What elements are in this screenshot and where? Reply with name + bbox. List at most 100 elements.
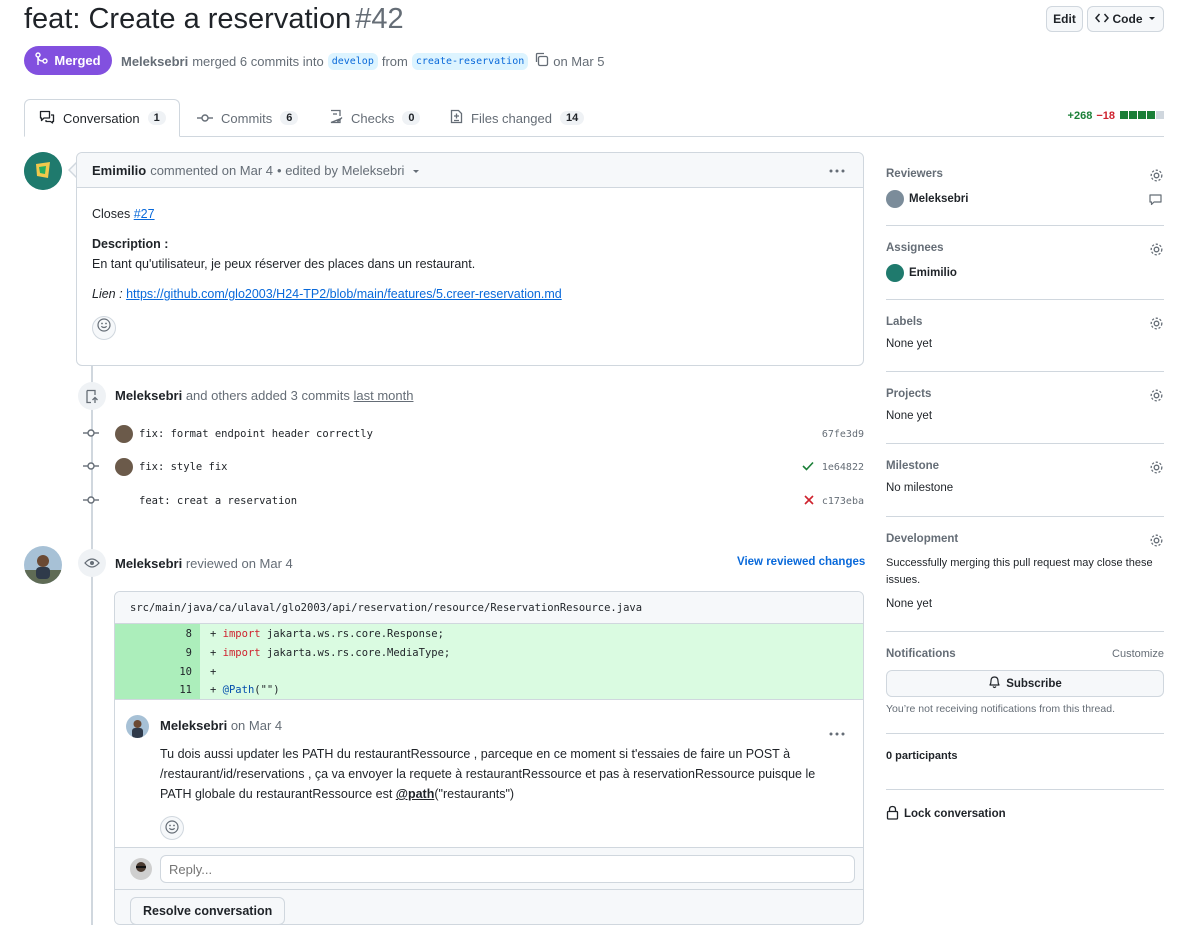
comment-author[interactable]: Emimilio — [92, 163, 146, 178]
view-reviewed-changes-link[interactable]: View reviewed changes — [737, 556, 865, 568]
add-reaction-button[interactable] — [160, 816, 184, 840]
commits-added-event: Meleksebri and others added 3 commits la… — [115, 388, 413, 403]
resolve-conversation-button[interactable]: Resolve conversation — [130, 897, 286, 924]
eye-icon — [78, 549, 106, 577]
subscribe-label: Subscribe — [1006, 677, 1062, 690]
avatar-emimilio[interactable] — [886, 264, 904, 282]
commit-row: fix: style fix 1e64822 — [83, 456, 864, 478]
edit-button[interactable]: Edit — [1046, 6, 1083, 32]
commits-event-author[interactable]: Meleksebri — [115, 388, 182, 403]
commit-sha[interactable]: c173eba — [822, 496, 864, 507]
customize-link[interactable]: Customize — [1112, 648, 1164, 660]
comment-discussion-icon — [39, 110, 55, 127]
development-label[interactable]: Development — [886, 533, 1164, 545]
base-branch-label[interactable]: develop — [327, 52, 378, 70]
merge-author-link[interactable]: Meleksebri — [121, 54, 188, 69]
reviewers-label[interactable]: Reviewers — [886, 168, 1164, 180]
line-number[interactable]: 11 — [115, 681, 200, 699]
avatar-current-user[interactable] — [130, 858, 152, 880]
diffstat-bar — [1119, 110, 1164, 122]
avatar-meleksebri[interactable] — [886, 190, 904, 208]
tab-commits[interactable]: Commits 6 — [183, 99, 312, 137]
reply-input[interactable] — [160, 855, 855, 883]
sidebar-divider — [886, 789, 1164, 790]
gear-icon[interactable] — [1149, 388, 1164, 406]
head-branch-label[interactable]: create-reservation — [411, 52, 529, 70]
code-icon — [1094, 12, 1109, 27]
review-event: Meleksebri reviewed on Mar 4 — [115, 556, 293, 571]
tab-commits-label: Commits — [221, 110, 273, 126]
labels-label[interactable]: Labels — [886, 316, 1164, 328]
participants-count: 0 participants — [886, 750, 958, 762]
sidebar-divider — [886, 443, 1164, 444]
comment-icon[interactable] — [1149, 194, 1162, 209]
commit-message[interactable]: fix: format endpoint header correctly — [139, 428, 373, 440]
gear-icon[interactable] — [1149, 316, 1164, 334]
projects-section: Projects None yet — [886, 388, 1164, 428]
tab-checks[interactable]: Checks 0 — [315, 99, 434, 137]
sidebar-divider — [886, 631, 1164, 632]
projects-label[interactable]: Projects — [886, 388, 1164, 400]
assignees-label[interactable]: Assignees — [886, 242, 1164, 254]
line-number[interactable]: 9 — [115, 643, 200, 662]
lock-conversation-button[interactable]: Lock conversation — [886, 805, 1164, 823]
pr-title-text: feat: Create a reservation — [24, 3, 352, 35]
reviewer-name[interactable]: Meleksebri — [909, 193, 968, 205]
kebab-menu-icon[interactable] — [829, 725, 845, 740]
commit-message[interactable]: feat: creat a reservation — [139, 495, 297, 507]
avatar-emimilio[interactable] — [24, 152, 62, 190]
deletions-count: −18 — [1096, 110, 1115, 122]
avatar-meleksebri[interactable] — [115, 458, 133, 476]
comment-body: Closes #27 Description : En tant qu'util… — [77, 188, 863, 356]
closes-issue-link[interactable]: #27 — [134, 207, 155, 221]
avatar-meleksebri[interactable] — [24, 546, 62, 584]
review-comment-date[interactable]: on Mar 4 — [231, 718, 282, 733]
line-number[interactable]: 8 — [115, 624, 200, 643]
assignee-name[interactable]: Emimilio — [909, 267, 957, 279]
pr-description-comment: Emimilio commented on Mar 4 • edited by … — [76, 152, 864, 366]
avatar-meleksebri[interactable] — [115, 425, 133, 443]
file-path[interactable]: src/main/java/ca/ulaval/glo2003/api/rese… — [115, 592, 863, 624]
commit-message[interactable]: fix: style fix — [139, 461, 228, 473]
x-icon[interactable] — [804, 495, 814, 508]
subscribe-button[interactable]: Subscribe — [886, 670, 1164, 697]
repo-push-icon — [78, 382, 106, 410]
comment-edited[interactable]: • edited by Meleksebri — [277, 163, 404, 178]
copy-icon[interactable] — [534, 52, 549, 70]
tab-files-changed-count: 14 — [559, 111, 585, 125]
kebab-menu-icon[interactable] — [829, 162, 845, 177]
code-button[interactable]: Code — [1087, 6, 1164, 32]
tab-checks-label: Checks — [351, 110, 395, 126]
gear-icon[interactable] — [1149, 460, 1164, 478]
tab-files-changed[interactable]: Files changed 14 — [436, 99, 598, 137]
comment-action[interactable]: commented on Mar 4 — [150, 163, 273, 178]
git-commit-icon — [83, 461, 101, 474]
resolve-area: Resolve conversation — [115, 890, 863, 924]
gear-icon[interactable] — [1149, 533, 1164, 551]
review-thread: src/main/java/ca/ulaval/glo2003/api/rese… — [114, 591, 864, 925]
commits-event-time[interactable]: last month — [354, 388, 414, 403]
review-action[interactable]: reviewed on Mar 4 — [186, 556, 293, 571]
chevron-down-icon[interactable] — [412, 163, 420, 178]
commit-sha[interactable]: 1e64822 — [822, 462, 864, 473]
check-icon[interactable] — [802, 461, 814, 474]
gear-icon[interactable] — [1149, 168, 1164, 186]
milestone-label[interactable]: Milestone — [886, 460, 1164, 472]
assignees-section: Assignees Emimilio — [886, 242, 1164, 282]
labels-value: None yet — [886, 338, 933, 350]
review-comment-author[interactable]: Meleksebri — [160, 718, 227, 733]
review-author[interactable]: Meleksebri — [115, 556, 182, 571]
mention-link[interactable]: @path — [396, 787, 435, 801]
line-number[interactable]: 10 — [115, 662, 200, 681]
commit-sha[interactable]: 67fe3d9 — [822, 429, 864, 440]
development-section: Development Successfully merging this pu… — [886, 533, 1164, 613]
tab-conversation[interactable]: Conversation 1 — [24, 99, 180, 137]
development-value: None yet — [886, 598, 933, 610]
feature-doc-link[interactable]: https://github.com/glo2003/H24-TP2/blob/… — [126, 287, 562, 301]
sidebar-divider — [886, 733, 1164, 734]
milestone-value: No milestone — [886, 482, 954, 494]
milestone-section: Milestone No milestone — [886, 460, 1164, 500]
add-reaction-button[interactable] — [92, 316, 116, 340]
gear-icon[interactable] — [1149, 242, 1164, 260]
avatar-meleksebri[interactable] — [126, 715, 149, 738]
